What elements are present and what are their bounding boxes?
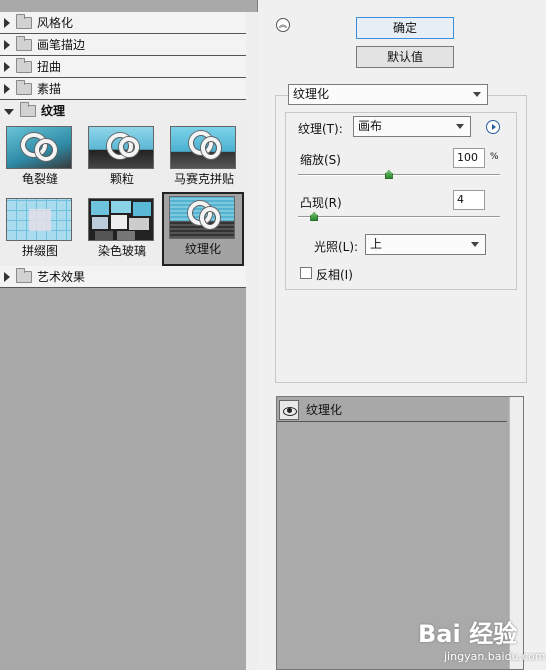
scaling-slider-track[interactable] <box>298 174 500 176</box>
invert-label: 反相(I) <box>316 268 353 282</box>
category-label: 画笔描边 <box>37 38 86 52</box>
light-label: 光照(L): <box>314 240 359 254</box>
expand-arrow-icon[interactable] <box>4 271 10 282</box>
scaling-unit: % <box>490 152 499 162</box>
effect-layer-name: 纹理化 <box>306 403 343 417</box>
filter-select[interactable]: 纹理化 <box>288 84 488 105</box>
light-select[interactable]: 上 <box>365 234 486 255</box>
thumb-label: 纹理化 <box>184 242 221 256</box>
texture-menu-button[interactable] <box>486 120 500 134</box>
thumb-mosaic-tiles[interactable]: 马赛克拼贴 <box>164 122 244 192</box>
filter-gallery-panel: 风格化 画笔描边 扭曲 素描 纹理 龟裂缝 颗粒 马赛克拼贴 拼缀图 染色玻璃 … <box>0 0 258 670</box>
category-texture[interactable]: 纹理 <box>0 100 246 122</box>
grain-preview <box>88 126 154 169</box>
double-chevron-up-icon: ︽ <box>279 20 287 29</box>
category-label: 素描 <box>37 82 62 96</box>
texture-label: 纹理(T): <box>298 122 343 136</box>
scaling-label: 缩放(S) <box>300 153 341 167</box>
category-stylize[interactable]: 风格化 <box>0 12 246 34</box>
chevron-down-icon <box>473 92 481 97</box>
thumb-label: 颗粒 <box>109 172 134 186</box>
patchwork-preview <box>6 198 72 241</box>
folder-open-icon <box>20 101 36 117</box>
thumb-stained-glass[interactable]: 染色玻璃 <box>82 194 162 264</box>
category-artistic[interactable]: 艺术效果 <box>0 266 246 288</box>
thumb-grain[interactable]: 颗粒 <box>82 122 162 192</box>
relief-input[interactable]: 4 <box>453 190 485 210</box>
eye-icon[interactable] <box>279 399 299 420</box>
collapse-arrow-icon[interactable] <box>4 108 14 115</box>
texture-select[interactable]: 画布 <box>353 116 471 137</box>
expand-arrow-icon[interactable] <box>4 83 10 94</box>
watermark-url: jingyan.baidu.com <box>444 650 546 663</box>
expand-arrow-icon[interactable] <box>4 61 10 72</box>
relief-slider-track[interactable] <box>298 216 500 218</box>
thumb-craquelure[interactable]: 龟裂缝 <box>0 122 80 192</box>
folder-icon <box>16 267 32 283</box>
gallery-scrollbar[interactable] <box>246 12 258 670</box>
scaling-input[interactable]: 100 <box>453 148 485 168</box>
expand-arrow-icon[interactable] <box>4 17 10 28</box>
thumb-label: 龟裂缝 <box>21 172 58 186</box>
category-label: 艺术效果 <box>37 270 86 284</box>
mosaic-tiles-preview <box>170 126 236 169</box>
chevron-down-icon <box>456 124 464 129</box>
category-distort[interactable]: 扭曲 <box>0 56 246 78</box>
effect-layer-row[interactable]: 纹理化 <box>277 398 507 422</box>
thumb-label: 染色玻璃 <box>97 244 146 258</box>
texturizer-preview <box>169 196 235 239</box>
folder-icon <box>16 13 32 29</box>
ok-button[interactable]: 确定 <box>356 17 454 39</box>
category-label: 扭曲 <box>37 60 62 74</box>
light-select-value: 上 <box>370 237 383 251</box>
thumb-patchwork[interactable]: 拼缀图 <box>0 194 80 264</box>
filter-thumbnail-grid: 龟裂缝 颗粒 马赛克拼贴 拼缀图 染色玻璃 纹理化 <box>0 120 246 266</box>
craquelure-preview <box>6 126 72 169</box>
invert-checkbox[interactable] <box>300 267 312 279</box>
category-label: 纹理 <box>41 104 66 118</box>
category-sketch[interactable]: 素描 <box>0 78 246 100</box>
thumb-label: 拼缀图 <box>21 244 58 258</box>
thumb-texturizer[interactable]: 纹理化 <box>162 192 244 266</box>
folder-icon <box>16 35 32 51</box>
folder-icon <box>16 57 32 73</box>
collapse-gallery-button[interactable]: ︽ <box>276 18 290 32</box>
filter-settings-panel: ︽ 确定 默认值 纹理化 纹理(T): 画布 缩放(S) 100 % 凸现(R)… <box>258 0 546 670</box>
chevron-down-icon <box>471 242 479 247</box>
folder-icon <box>16 79 32 95</box>
expand-arrow-icon[interactable] <box>4 39 10 50</box>
watermark-logo: Bai 经验 <box>418 620 518 648</box>
stained-glass-preview <box>88 198 154 241</box>
relief-label: 凸现(R) <box>300 196 342 210</box>
category-label: 风格化 <box>37 16 74 30</box>
thumb-label: 马赛克拼贴 <box>173 172 234 186</box>
texture-select-value: 画布 <box>358 119 383 133</box>
category-brush-strokes[interactable]: 画笔描边 <box>0 34 246 56</box>
filter-select-value: 纹理化 <box>293 87 330 101</box>
default-button[interactable]: 默认值 <box>356 46 454 68</box>
